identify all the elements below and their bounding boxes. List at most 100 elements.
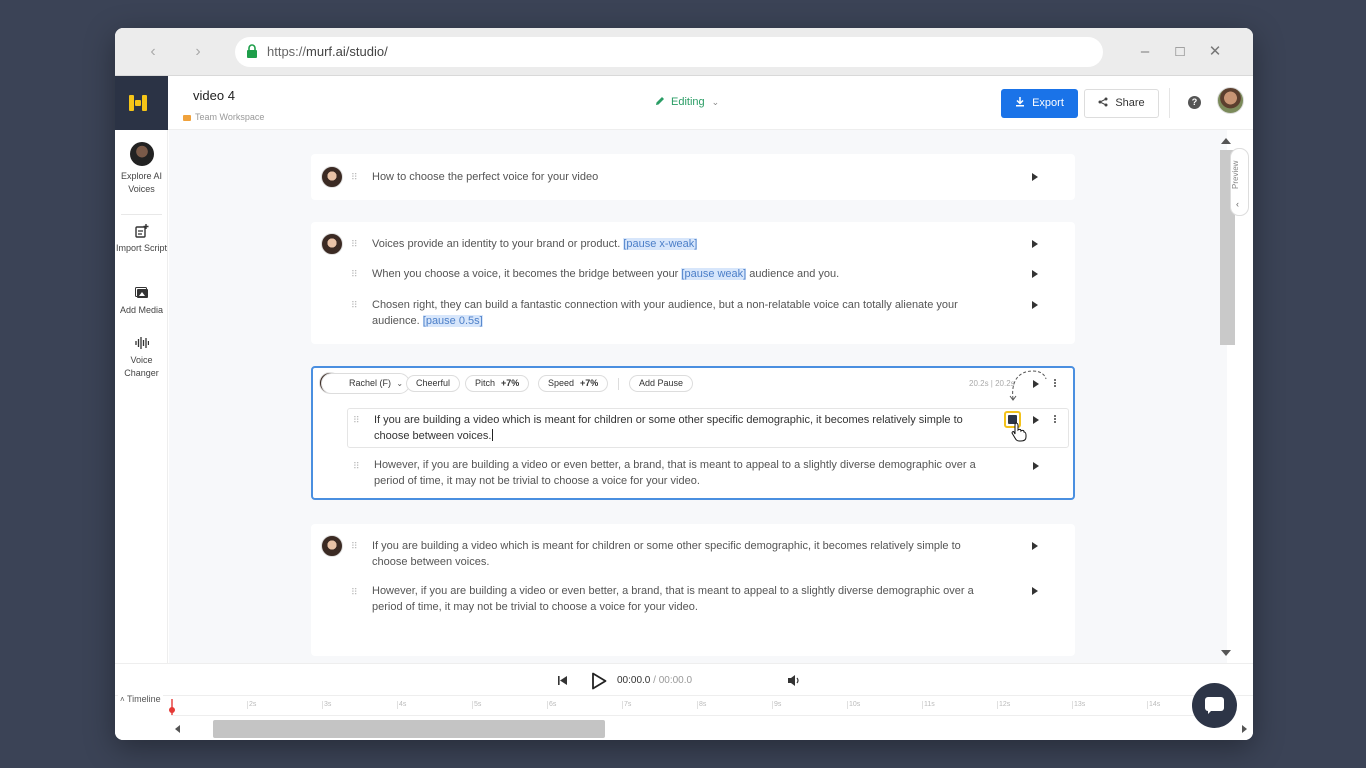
play-icon[interactable] xyxy=(1032,301,1038,309)
script-block[interactable]: ⠿ If you are building a video which is m… xyxy=(311,524,1075,656)
address-bar[interactable]: https://murf.ai/studio/ xyxy=(235,37,1103,67)
paragraph-text[interactable]: When you choose a voice, it becomes the … xyxy=(372,267,984,283)
more-options-icon[interactable] xyxy=(1053,414,1057,424)
scroll-up-icon[interactable] xyxy=(1221,138,1231,144)
drag-handle-icon[interactable]: ⠿ xyxy=(353,461,360,471)
play-icon[interactable] xyxy=(1032,270,1038,278)
speed-pill[interactable]: Speed +7% xyxy=(538,375,609,392)
script-block[interactable]: ⠿ Voices provide an identity to your bra… xyxy=(311,222,1075,344)
paragraph-text[interactable]: However, if you are building a video or … xyxy=(374,458,986,489)
sidebar-item-explore-ai-voices[interactable]: Explore AI Voices xyxy=(115,142,168,196)
voice-avatar[interactable] xyxy=(321,166,343,188)
timeline-ruler[interactable]: 2s 3s 4s 5s 6s 7s 8s 9s 10s 11s 12s 13s … xyxy=(171,698,1231,716)
app-header: video 4 Team Workspace Editing ⌄ Export S… xyxy=(168,76,1253,130)
style-pill[interactable]: Cheerful xyxy=(406,375,461,392)
paragraph-text[interactable]: Voices provide an identity to your brand… xyxy=(372,237,984,253)
pause-tag[interactable]: [pause x-weak] xyxy=(623,238,698,250)
chevron-down-icon: ⌄ xyxy=(711,97,720,107)
drag-handle-icon[interactable]: ⠿ xyxy=(351,587,358,597)
workspace-breadcrumb[interactable]: Team Workspace xyxy=(183,112,264,122)
voice-avatar[interactable] xyxy=(321,233,343,255)
pitch-pill[interactable]: Pitch +7% xyxy=(465,375,530,392)
script-editor: ⠿ How to choose the perfect voice for yo… xyxy=(169,130,1227,690)
drag-handle-icon[interactable]: ⠿ xyxy=(351,541,358,551)
preview-toggle[interactable]: Preview ‹ xyxy=(1230,148,1249,216)
pencil-icon xyxy=(656,97,664,105)
paragraph-text[interactable]: Chosen right, they can build a fantastic… xyxy=(372,298,984,329)
browser-toolbar: ‹ › https://murf.ai/studio/ – □ ✕ xyxy=(115,28,1253,76)
maximize-icon[interactable]: □ xyxy=(1170,42,1190,62)
script-block-active[interactable]: Rachel (F) ⌄ Cheerful Pitch +7% Speed +7% A… xyxy=(311,366,1075,500)
audio-player: 00:00.0 / 00:00.0 xyxy=(115,663,1253,695)
volume-icon[interactable] xyxy=(787,674,801,687)
user-avatar[interactable] xyxy=(1217,87,1244,114)
more-options-icon[interactable] xyxy=(1053,378,1057,388)
paragraph-text[interactable]: If you are building a video which is mea… xyxy=(372,539,984,570)
voice-avatar-icon xyxy=(129,142,154,166)
play-icon[interactable] xyxy=(1032,587,1038,595)
hand-cursor-icon xyxy=(1011,422,1027,442)
drag-handle-icon[interactable]: ⠿ xyxy=(351,300,358,310)
sidebar-item-voice-changer[interactable]: Voice Changer xyxy=(115,336,168,380)
scroll-down-icon[interactable] xyxy=(1221,650,1231,656)
timeline-tick: 6s xyxy=(546,701,557,709)
header-divider xyxy=(1169,88,1170,118)
pause-tag[interactable]: [pause weak] xyxy=(681,268,747,280)
project-title[interactable]: video 4 xyxy=(193,88,235,103)
editing-mode-dropdown[interactable]: Editing ⌄ xyxy=(655,96,719,108)
share-button[interactable]: Share xyxy=(1084,89,1159,118)
skip-back-icon[interactable] xyxy=(558,676,568,685)
media-icon xyxy=(134,287,148,298)
chevron-left-icon: ‹ xyxy=(1236,199,1239,209)
timeline-tick: 9s xyxy=(771,701,782,709)
help-icon[interactable]: ? xyxy=(1188,96,1201,109)
scroll-right-icon[interactable] xyxy=(1242,725,1247,733)
playhead-marker[interactable] xyxy=(169,699,175,715)
play-icon[interactable] xyxy=(1032,173,1038,181)
browser-window: ‹ › https://murf.ai/studio/ – □ ✕ video … xyxy=(115,28,1253,740)
minimize-icon[interactable]: – xyxy=(1135,42,1155,62)
paragraph-text[interactable]: If you are building a video which is mea… xyxy=(374,413,986,444)
drag-handle-icon[interactable]: ⠿ xyxy=(351,269,358,279)
text-cursor xyxy=(492,428,494,441)
sidebar-item-import-script[interactable]: Import Script xyxy=(115,224,168,255)
sidebar-item-label: Explore AI Voices xyxy=(120,171,163,194)
timeline-toggle[interactable]: ˄ Timeline xyxy=(118,694,163,704)
script-block[interactable]: ⠿ How to choose the perfect voice for yo… xyxy=(311,154,1075,200)
play-icon[interactable] xyxy=(1033,416,1039,424)
sidebar-item-add-media[interactable]: Add Media xyxy=(115,286,168,317)
import-script-icon xyxy=(134,224,148,238)
add-pause-button[interactable]: Add Pause xyxy=(629,375,694,392)
murf-logo[interactable] xyxy=(115,76,168,130)
timeline-tick: 11s xyxy=(922,701,935,709)
voice-changer-icon xyxy=(134,337,149,349)
paragraph-text[interactable]: However, if you are building a video or … xyxy=(372,584,984,615)
pause-tag[interactable]: [pause 0.5s] xyxy=(422,314,483,327)
chat-support-button[interactable] xyxy=(1192,683,1237,728)
close-icon[interactable]: ✕ xyxy=(1205,42,1225,62)
paragraph-text[interactable]: How to choose the perfect voice for your… xyxy=(372,170,984,186)
scroll-left-icon[interactable] xyxy=(175,725,180,733)
url-text: https://murf.ai/studio/ xyxy=(267,44,388,59)
play-icon[interactable] xyxy=(1032,240,1038,248)
drag-handle-icon[interactable]: ⠿ xyxy=(351,239,358,249)
chat-icon xyxy=(1205,697,1224,711)
voice-selector-dropdown[interactable]: Rachel (F) ⌄ xyxy=(321,373,411,394)
timeline-scroll-thumb[interactable] xyxy=(213,720,605,738)
play-button-icon[interactable] xyxy=(591,672,607,690)
left-sidebar: Explore AI Voices Import Script Add Medi… xyxy=(115,130,168,690)
drag-handle-icon[interactable]: ⠿ xyxy=(351,172,358,182)
forward-icon[interactable]: › xyxy=(188,42,208,62)
sidebar-divider xyxy=(121,214,162,215)
export-button[interactable]: Export xyxy=(1001,89,1078,118)
voice-avatar[interactable] xyxy=(321,535,343,557)
back-icon[interactable]: ‹ xyxy=(143,42,163,62)
timeline-tick: 12s xyxy=(996,701,1011,709)
chevron-up-icon: ˄ xyxy=(120,695,125,704)
drag-handle-icon[interactable]: ⠿ xyxy=(353,415,360,425)
timeline-tick: 5s xyxy=(471,701,482,709)
play-icon[interactable] xyxy=(1032,542,1038,550)
pill-divider xyxy=(618,378,619,390)
play-icon[interactable] xyxy=(1033,462,1039,470)
timeline-tick: 7s xyxy=(621,701,632,709)
